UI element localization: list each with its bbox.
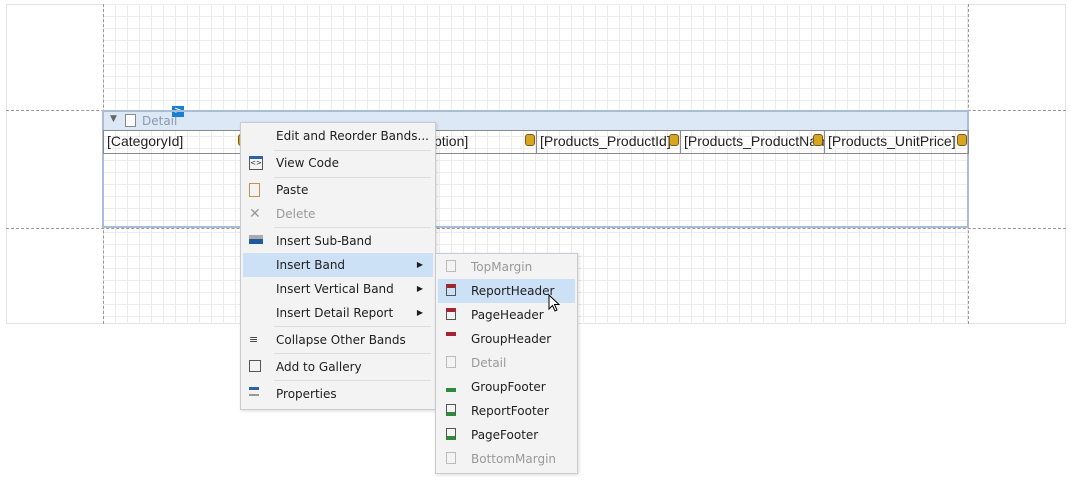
menu-item-paste[interactable]: Paste: [243, 178, 433, 202]
gallery-icon: [249, 360, 261, 372]
cell-unit-price[interactable]: [Products_UnitPrice]: [825, 130, 969, 154]
menu-item-insert-vertical-band[interactable]: Insert Vertical Band ▶: [243, 277, 433, 301]
submenu-item-groupfooter[interactable]: GroupFooter: [438, 375, 575, 399]
reportfooter-band-icon: [446, 404, 456, 416]
cell-category-id[interactable]: [CategoryId]: [103, 130, 248, 154]
submenu-item-pagefooter[interactable]: PageFooter: [438, 423, 575, 447]
database-icon: [813, 134, 823, 146]
submenu-item-bottommargin[interactable]: BottomMargin: [438, 447, 575, 471]
menu-label: Collapse Other Bands: [276, 333, 406, 347]
mouse-cursor-icon: [548, 294, 561, 312]
menu-item-delete[interactable]: ✕ Delete: [243, 202, 433, 226]
menu-label: ReportHeader: [471, 284, 555, 298]
menu-item-edit-reorder-bands[interactable]: Edit and Reorder Bands...: [243, 124, 433, 148]
submenu-arrow-icon: ▶: [416, 260, 423, 269]
menu-label: Detail: [471, 356, 507, 370]
band-divider: [6, 228, 1066, 229]
menu-label: PageFooter: [471, 428, 539, 442]
menu-label: Insert Detail Report: [276, 306, 394, 320]
cell-product-id[interactable]: [Products_ProductId]: [537, 130, 681, 154]
cell-product-name[interactable]: [Products_ProductNam: [681, 130, 825, 154]
submenu-item-detail[interactable]: Detail: [438, 351, 575, 375]
menu-label: Insert Sub-Band: [276, 234, 372, 248]
menu-label: Add to Gallery: [276, 360, 362, 374]
menu-label: Edit and Reorder Bands...: [276, 129, 429, 143]
cell-text: ption]: [434, 133, 469, 149]
detail-band-icon: [446, 356, 456, 368]
database-icon: [669, 134, 679, 146]
groupfooter-band-icon: [446, 380, 456, 392]
menu-label: Delete: [276, 207, 316, 221]
menu-item-insert-detail-report[interactable]: Insert Detail Report ▶: [243, 301, 433, 325]
menu-label: GroupHeader: [471, 332, 552, 346]
pageheader-band-icon: [446, 308, 456, 320]
groupheader-band-icon: [446, 332, 456, 344]
pagefooter-band-icon: [446, 428, 456, 440]
topmargin-band-icon: [446, 260, 456, 272]
menu-label: TopMargin: [471, 260, 533, 274]
cell-text: [Products_UnitPrice]: [828, 133, 956, 149]
menu-label: Paste: [276, 183, 309, 197]
bottommargin-band-icon: [446, 452, 456, 464]
menu-label: Properties: [276, 387, 337, 401]
sub-band-icon: [249, 235, 263, 244]
code-icon: <>: [249, 156, 263, 170]
reportheader-band-icon: [446, 284, 456, 296]
menu-label: GroupFooter: [471, 380, 546, 394]
database-icon: [525, 134, 535, 146]
database-icon: [957, 134, 967, 146]
paste-icon: [249, 183, 260, 197]
cell-text: [Products_ProductId]: [540, 133, 671, 149]
insert-band-submenu: TopMargin ReportHeader PageHeader GroupHead…: [435, 253, 578, 474]
menu-item-insert-sub-band[interactable]: Insert Sub-Band: [243, 229, 433, 253]
menu-label: Insert Band: [276, 258, 346, 272]
menu-label: BottomMargin: [471, 452, 557, 466]
menu-label: View Code: [276, 156, 340, 170]
menu-item-insert-band[interactable]: Insert Band ▶: [243, 253, 433, 277]
properties-icon: [249, 387, 259, 396]
cell-text: [CategoryId]: [107, 133, 184, 149]
menu-label: ReportFooter: [471, 404, 549, 418]
cell-text: [Products_ProductNam: [684, 133, 825, 149]
x-icon: ✕: [249, 206, 261, 222]
submenu-arrow-icon: ▶: [416, 284, 423, 293]
menu-item-add-to-gallery[interactable]: Add to Gallery: [243, 355, 433, 379]
menu-item-properties[interactable]: Properties: [243, 382, 433, 406]
context-menu: Edit and Reorder Bands... <> View Code Pa…: [240, 122, 436, 410]
submenu-arrow-icon: ▶: [416, 308, 423, 317]
menu-item-collapse-other-bands[interactable]: ≡ Collapse Other Bands: [243, 328, 433, 352]
menu-label: PageHeader: [471, 308, 544, 322]
submenu-item-groupheader[interactable]: GroupHeader: [438, 327, 575, 351]
submenu-item-reportfooter[interactable]: ReportFooter: [438, 399, 575, 423]
collapse-icon: ≡: [249, 333, 259, 346]
submenu-item-topmargin[interactable]: TopMargin: [438, 255, 575, 279]
menu-label: Insert Vertical Band: [276, 282, 394, 296]
menu-item-view-code[interactable]: <> View Code: [243, 151, 433, 175]
detail-band[interactable]: [102, 110, 969, 228]
